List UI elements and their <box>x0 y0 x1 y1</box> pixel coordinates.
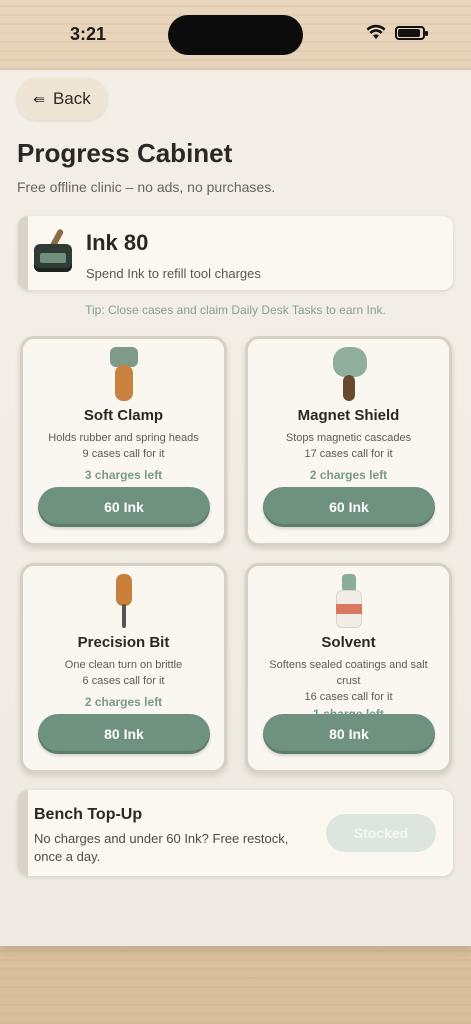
cabinet-sheet: ⇚ Back Progress Cabinet Free offline cli… <box>0 70 471 946</box>
tool-card-precision-bit: Precision Bit One clean turn on brittle … <box>20 563 227 773</box>
tool-card-magnet-shield: Magnet Shield Stops magnetic cascades 17… <box>245 336 452 546</box>
dynamic-island <box>168 15 303 55</box>
tool-description: One clean turn on brittle <box>64 659 183 671</box>
status-time: 3:21 <box>70 24 107 44</box>
tool-name: Solvent <box>321 634 376 651</box>
back-button[interactable]: ⇚ Back <box>17 78 107 120</box>
tool-name: Precision Bit <box>77 634 170 651</box>
tool-case-count: 9 cases call for it <box>82 448 165 460</box>
tool-description-continued: crust <box>336 675 361 687</box>
ink-amount: Ink 80 <box>86 230 149 255</box>
tool-charges: 2 charges left <box>84 695 163 709</box>
back-label: Back <box>52 89 91 108</box>
battery-icon <box>395 26 428 40</box>
page-title: Progress Cabinet <box>17 138 233 168</box>
back-arrow-icon: ⇚ <box>33 90 45 107</box>
clamp-icon <box>104 347 144 403</box>
magnet-shield-icon <box>329 347 369 403</box>
tool-charges: 2 charges left <box>309 468 388 482</box>
tool-case-count: 16 cases call for it <box>304 691 393 703</box>
tool-name: Soft Clamp <box>83 407 164 424</box>
tool-case-count: 17 cases call for it <box>304 448 393 460</box>
bench-title: Bench Top-Up <box>34 806 143 823</box>
buy-solvent-button[interactable]: 80 Ink <box>263 714 435 754</box>
tool-card-solvent: Solvent Softens sealed coatings and salt… <box>245 563 452 773</box>
bench-top-up-card: Bench Top-Up No charges and under 60 Ink… <box>18 790 453 876</box>
buy-magnet-shield-button[interactable]: 60 Ink <box>263 487 435 527</box>
card-accent-bar <box>18 216 28 290</box>
bench-description: No charges and under 60 Ink? Free restoc… <box>34 831 289 864</box>
screwdriver-icon <box>104 574 144 630</box>
tip-text: Tip: Close cases and claim Daily Desk Ta… <box>85 303 386 317</box>
buy-precision-bit-button[interactable]: 80 Ink <box>38 714 210 754</box>
tool-description: Holds rubber and spring heads <box>48 432 199 444</box>
bottle-icon <box>329 574 369 630</box>
card-accent-bar <box>18 790 28 876</box>
ink-balance-card: Ink 80 Spend Ink to refill tool charges <box>18 216 453 290</box>
ink-description: Spend Ink to refill tool charges <box>86 266 261 281</box>
tool-description: Softens sealed coatings and salt <box>269 659 428 671</box>
status-bar: 3:21 <box>0 0 471 70</box>
page-subtitle: Free offline clinic – no ads, no purchas… <box>17 179 276 195</box>
tool-card-soft-clamp: Soft Clamp Holds rubber and spring heads… <box>20 336 227 546</box>
tool-name: Magnet Shield <box>297 407 400 424</box>
buy-soft-clamp-button[interactable]: 60 Ink <box>38 487 210 527</box>
stocked-button[interactable]: Stocked <box>326 814 436 852</box>
tool-description: Stops magnetic cascades <box>285 432 412 444</box>
wifi-icon <box>366 24 386 39</box>
ink-pot-icon <box>32 228 76 272</box>
tool-case-count: 6 cases call for it <box>82 675 165 687</box>
tool-charges: 3 charges left <box>84 468 163 482</box>
